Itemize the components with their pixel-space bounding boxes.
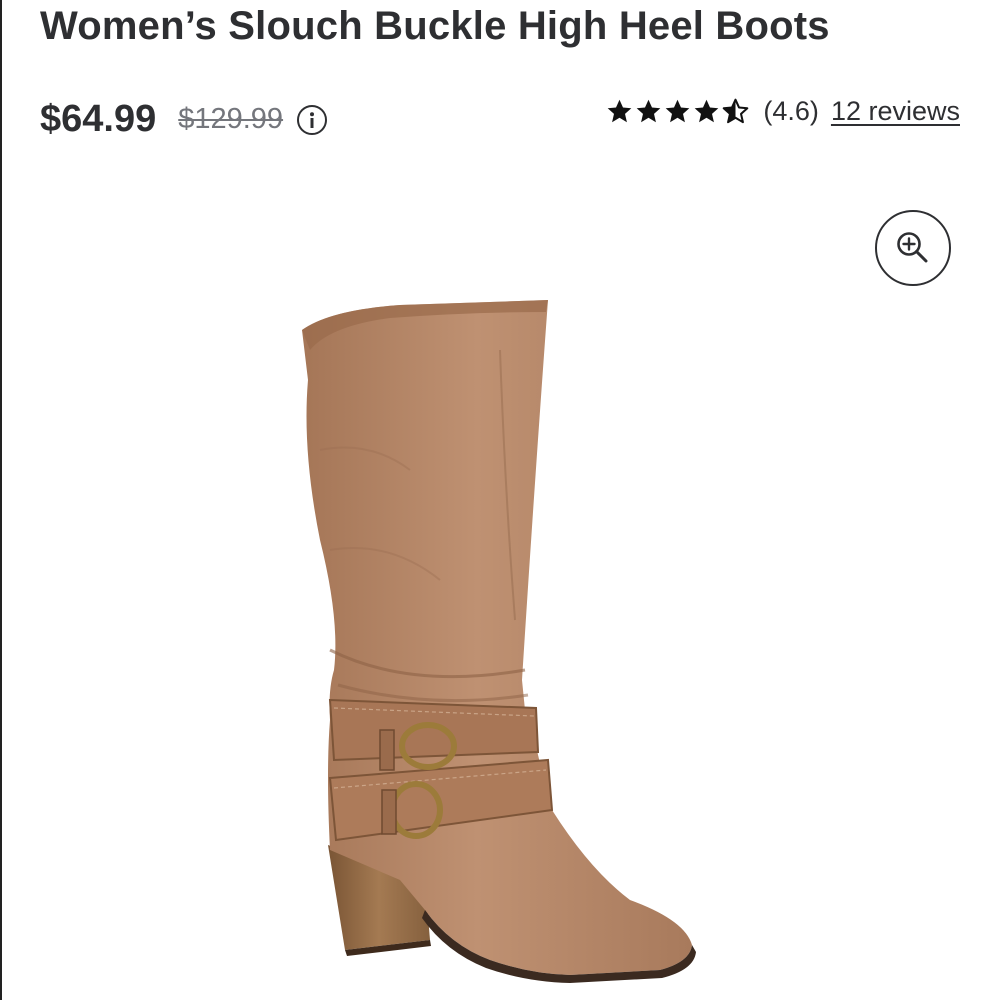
product-image[interactable]	[290, 290, 710, 1000]
upper-strap	[328, 698, 540, 762]
star-half-icon	[723, 98, 749, 124]
star-full-icon	[608, 99, 632, 123]
star-full-icon	[666, 99, 690, 123]
price-row: $64.99 $129.99	[40, 98, 328, 141]
reviews-link[interactable]: 12 reviews	[831, 96, 960, 127]
zoom-button[interactable]	[875, 210, 951, 286]
left-border	[0, 0, 2, 1000]
zoom-in-icon	[897, 232, 928, 263]
original-price: $129.99	[178, 103, 284, 135]
current-price: $64.99	[40, 98, 157, 140]
rating-value: (4.6)	[763, 96, 819, 126]
star-rating	[606, 98, 751, 125]
product-title: Women’s Slouch Buckle High Heel Boots	[40, 4, 830, 48]
star-full-icon	[695, 99, 719, 123]
rating-row: (4.6) 12 reviews	[606, 96, 960, 127]
star-full-icon	[637, 99, 661, 123]
info-icon[interactable]	[297, 104, 328, 135]
